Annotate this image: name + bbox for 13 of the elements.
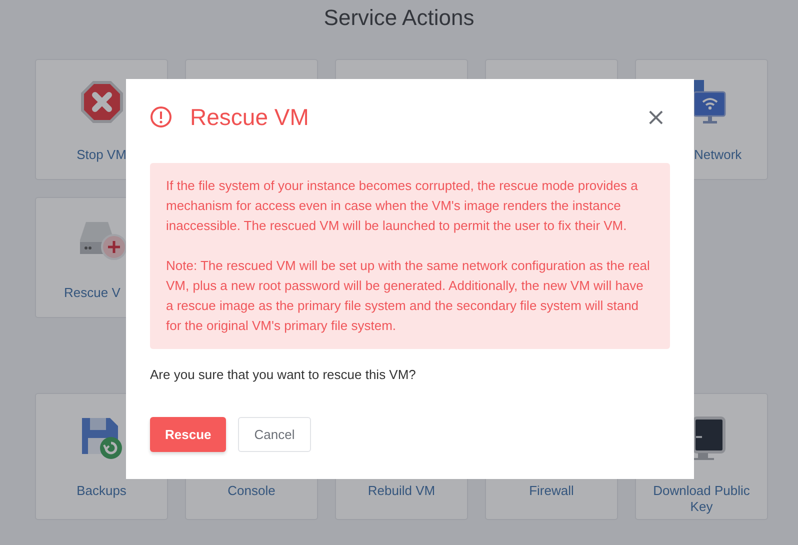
action-label: Firewall: [528, 483, 575, 499]
dialog-title: Rescue VM: [190, 104, 310, 130]
alert-text: Note: The rescued VM will be set up with the same network configuration as the real VM, plus a new root password will be generated. Additionally, the new VM will have a rescue image as the primary file system and the secondary file system will stand for the original VM's primary file system.: [166, 257, 651, 335]
page-title: Service Actions: [322, 5, 476, 32]
alert-text: If the file system of your instance becomes corrupted, the rescue mode provides a mechanism for access even in case when the VM's image renders the instance inaccessible. The rescued VM will be launched to permit the user to fix their VM.: [166, 177, 639, 235]
action-label: Download Public Key: [652, 483, 751, 515]
action-label: Stop VM: [76, 147, 128, 163]
action-label: Rebuild VM: [366, 483, 436, 499]
action-label: Rescue V: [64, 285, 120, 301]
action-label: Console: [226, 483, 276, 499]
action-label: Backups: [76, 483, 128, 499]
confirm-question: Are you sure that you want to rescue this VM?: [150, 366, 417, 384]
action-label: Network: [694, 147, 742, 163]
